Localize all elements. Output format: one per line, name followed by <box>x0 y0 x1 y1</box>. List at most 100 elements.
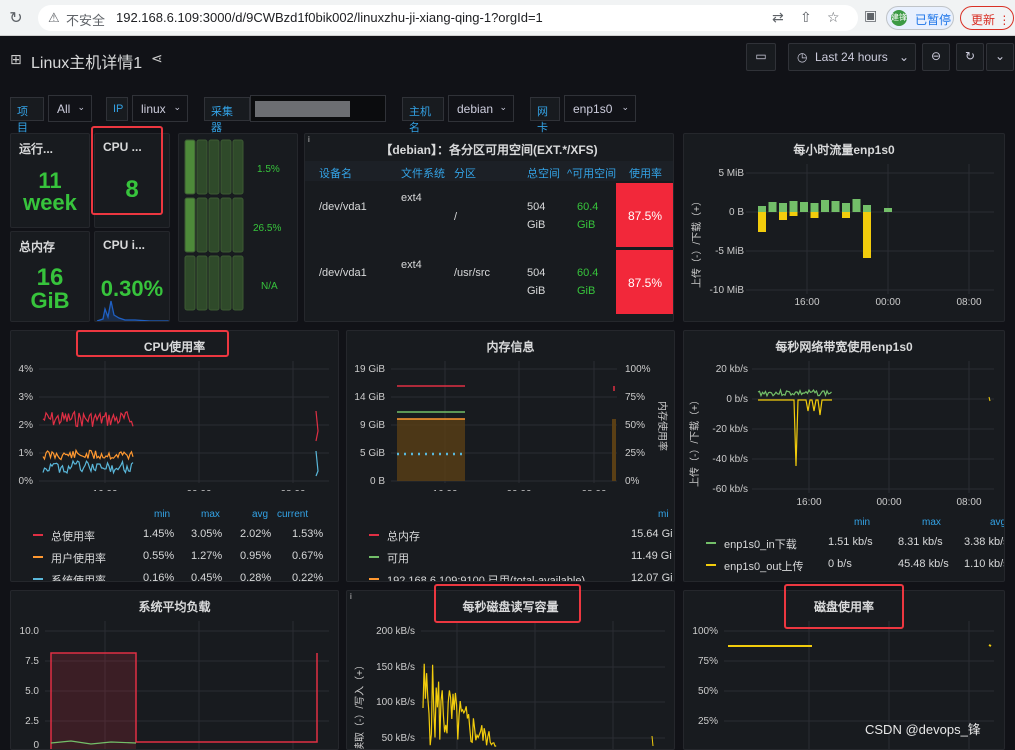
x-tick: 16:00 <box>432 489 457 491</box>
col-mount[interactable]: 分区 <box>454 165 476 181</box>
legend-series-name[interactable]: 总使用率 <box>51 528 95 544</box>
var-value: All <box>57 102 71 116</box>
legend-header-max[interactable]: max <box>922 517 941 528</box>
gauge-segment <box>196 197 208 253</box>
memory-chart: 19 GiB 14 GiB 9 GiB 5 GiB 0 B 100% 75% 5… <box>354 361 669 491</box>
reload-icon[interactable]: ↻ <box>6 8 26 28</box>
cpu-sys-tail <box>315 450 319 477</box>
col-device[interactable]: 设备名 <box>319 165 352 181</box>
legend-value-current: 0.22% <box>292 572 324 582</box>
gauge-segment <box>208 255 220 311</box>
legend-swatch <box>369 578 379 580</box>
legend-header-min[interactable]: min <box>854 517 870 528</box>
net-bandwidth-panel[interactable]: 每秒网络带宽使用enp1s0 20 kb/s 0 b/s -20 kb/s -4… <box>683 330 1005 582</box>
update-button[interactable]: 更新 ⋮ <box>960 6 1014 30</box>
var-select-ip[interactable]: linux ⌄ <box>132 95 188 122</box>
time-range-label: Last 24 hours <box>815 50 888 64</box>
gauge-segment <box>220 255 232 311</box>
col-avail[interactable]: ^可用空间 <box>567 165 616 181</box>
time-picker-button[interactable]: ◷ Last 24 hours ⌄ <box>788 43 916 71</box>
y-tick: 10.0 <box>20 626 40 637</box>
cell-avail-unit: GiB <box>577 285 596 297</box>
legend-header-avg[interactable]: avg <box>252 509 268 520</box>
y-tick: 1% <box>19 448 34 459</box>
zoom-out-button[interactable]: ⊖ <box>922 43 950 71</box>
var-label-collector: 采集器 <box>204 97 250 134</box>
refresh-interval-button[interactable]: ⌄ <box>986 43 1014 71</box>
dashboards-grid-icon[interactable]: ⊞ <box>10 51 22 68</box>
var-select-project[interactable]: All ⌄ <box>48 95 92 122</box>
cell-total-unit: GiB <box>527 285 546 297</box>
legend-series-name[interactable]: 系统使用率 <box>51 572 106 581</box>
legend-series-name[interactable]: 总内存 <box>387 528 420 544</box>
profile-paused-button[interactable]: 建锋 已暂停 <box>886 6 954 30</box>
y-tick: 20 kb/s <box>716 364 748 375</box>
total-memory-panel[interactable]: 总内存 16 GiB <box>10 231 90 322</box>
x-tick: 16:00 <box>796 497 821 508</box>
legend-series-name[interactable]: 用户使用率 <box>51 550 106 566</box>
bookmark-star-icon[interactable]: ☆ <box>827 9 840 26</box>
var-select-hostname[interactable]: debian ⌄ <box>448 95 514 122</box>
x-tick: 08:00 <box>956 297 981 308</box>
chevron-down-icon: ⌄ <box>173 102 181 112</box>
memory-info-panel[interactable]: 内存信息 19 GiB 14 GiB 9 GiB 5 GiB 0 B 100% … <box>346 330 675 582</box>
cpu-iowait-panel[interactable]: CPU i... 0.30% <box>94 231 170 322</box>
url-text[interactable]: 192.168.6.109:3000/d/9CWBzd1f0bik002/lin… <box>116 10 543 25</box>
cpu-iowait-value: 0.30% <box>100 276 164 301</box>
y-tick: 0 b/s <box>726 394 748 405</box>
y-tick: 150 kB/s <box>376 662 415 673</box>
col-fs[interactable]: 文件系统 <box>401 165 445 181</box>
translate-icon[interactable]: ⇄ <box>772 9 784 26</box>
y2-tick: 0% <box>625 476 640 487</box>
cpu-usage-panel[interactable]: CPU使用率 4% 3% 2% 1% 0% 16:00 00:00 08:00 … <box>10 330 339 582</box>
legend-header-max[interactable]: max <box>201 509 220 520</box>
cell-fs: ext4 <box>401 259 422 271</box>
y-axis-label: 上传（-）/下载（+） <box>689 395 701 487</box>
warning-icon: ⚠ <box>48 10 60 25</box>
total-memory-value: 16 <box>36 264 64 291</box>
legend-value-avg: 1.10 kb/s <box>964 558 1005 570</box>
sidepanel-icon[interactable]: ▣ <box>864 7 877 24</box>
chevron-down-icon: ⌄ <box>499 102 507 112</box>
col-total[interactable]: 总空间 <box>527 165 560 181</box>
gauge-label-2: 26.5% <box>253 223 282 234</box>
legend-series-name[interactable]: 192.168.6.109:9100 已用(total-available) <box>387 572 585 581</box>
download-bar <box>779 212 787 220</box>
dashboard-title[interactable]: Linux主机详情1 <box>31 49 142 73</box>
load-average-panel[interactable]: 系统平均负载 10.0 7.5 5.0 2.5 0 <box>10 590 339 750</box>
legend-header-avg[interactable]: avg <box>990 517 1004 528</box>
col-usage[interactable]: 使用率 <box>629 165 662 181</box>
disk-partitions-panel[interactable]: i 【debian】：各分区可用空间(EXT.*/XFS) 设备名 文件系统 分… <box>304 133 674 322</box>
y-tick: 50% <box>698 686 718 697</box>
cell-avail-unit: GiB <box>577 219 596 231</box>
y2-tick: 75% <box>625 392 645 403</box>
download-bar <box>842 212 850 218</box>
legend-header-min[interactable]: min <box>154 509 170 520</box>
tv-mode-button[interactable]: ▭ <box>746 43 776 71</box>
hourly-traffic-panel[interactable]: 每小时流量enp1s0 5 MiB 0 B -5 MiB -10 MiB 16:… <box>683 133 1005 322</box>
share-page-icon[interactable]: ⇧ <box>800 9 812 26</box>
share-icon[interactable]: ⋖ <box>151 50 163 67</box>
legend-value-min: 0.16% <box>143 572 175 582</box>
y-tick: 75% <box>698 656 718 667</box>
uptime-unit: week <box>23 190 77 215</box>
upload-bar <box>779 203 787 212</box>
resource-gauge-panel[interactable]: 1.5% 26.5% N/A <box>178 133 298 322</box>
legend-series-name[interactable]: 可用 <box>387 550 409 566</box>
avatar: 建锋 <box>891 10 907 26</box>
legend-header-min[interactable]: mi <box>658 509 669 520</box>
y-tick: 0% <box>19 476 34 487</box>
address-bar[interactable]: ⚠ 不安全 192.168.6.109:3000/d/9CWBzd1f0bik0… <box>38 5 858 31</box>
y-tick: 0 B <box>370 476 385 487</box>
cell-total: 504 <box>527 267 546 279</box>
legend-header-current[interactable]: current <box>277 509 308 520</box>
uptime-panel[interactable]: 运行... 11 week <box>10 133 90 228</box>
legend-series-name[interactable]: enp1s0_out上传 <box>724 558 804 574</box>
legend-series-name[interactable]: enp1s0_in下载 <box>724 536 797 552</box>
cell-usage: 87.5% <box>628 209 663 223</box>
var-select-nic[interactable]: enp1s0 ⌄ <box>564 95 636 122</box>
var-select-collector[interactable] <box>250 95 386 122</box>
legend-value-avg: 2.02% <box>240 528 272 540</box>
refresh-button[interactable]: ↻ <box>956 43 984 71</box>
var-label-nic: 网卡 <box>530 97 560 134</box>
